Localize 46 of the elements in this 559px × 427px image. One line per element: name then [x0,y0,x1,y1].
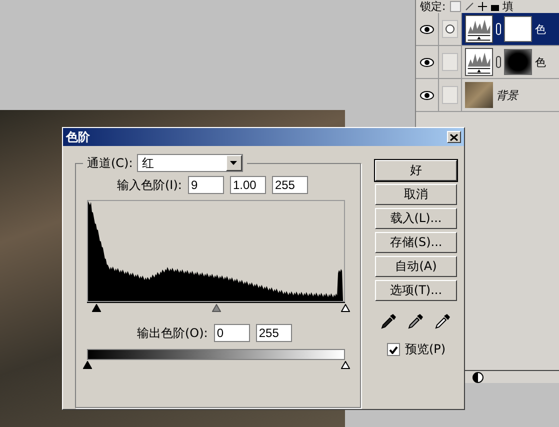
dialog-button[interactable]: 好 [375,160,457,181]
layer-name: 色 [535,22,546,36]
layer-row[interactable]: 色 [416,13,559,46]
dialog-button[interactable]: 载入(L)... [375,208,457,229]
slider-handle[interactable] [212,304,221,312]
layer-name: 色 [535,54,546,70]
preview-checkbox[interactable] [387,343,400,356]
input-levels-label: 输入色阶(I): [117,176,182,194]
dialog-button[interactable]: 存储(S)... [375,232,457,253]
input-level-field[interactable]: 9 [188,176,224,194]
output-level-field[interactable]: 255 [256,324,292,342]
preview-label: 预览(P) [405,341,446,358]
output-level-field[interactable]: 0 [214,324,250,342]
dialog-button[interactable]: 取消 [375,184,457,205]
fill-label: 填 [502,0,514,14]
photo-placeholder [465,82,493,108]
eye-icon[interactable] [420,24,434,34]
close-button[interactable] [447,131,461,143]
slider-handle[interactable] [341,361,350,369]
levels-thumbnail-icon [465,48,493,76]
levels-thumbnail-icon [465,15,493,43]
adjustment-layer-icon[interactable] [472,372,484,382]
dropdown-arrow-icon [230,161,238,165]
input-level-field[interactable]: 1.00 [230,176,266,194]
dialog-button[interactable]: 选项(T)... [375,280,457,301]
channel-label: 通道(C): [87,154,133,172]
slider-handle[interactable] [92,304,102,312]
layer-row[interactable]: 色 [416,46,559,79]
slider-handle[interactable] [83,361,92,369]
slider-handle[interactable] [341,304,350,312]
input-level-field[interactable]: 255 [272,176,308,194]
layer-name: 背景 [496,88,518,102]
chain-link-icon [496,56,501,68]
move-icon[interactable] [478,2,487,11]
channel-dropdown[interactable]: 红 [136,154,243,172]
eye-icon[interactable] [420,90,434,100]
dialog-button[interactable]: 自动(A) [375,256,457,277]
eye-icon[interactable] [420,58,434,66]
layer-row[interactable]: 背景 [416,79,559,112]
chain-link-icon [496,23,501,35]
lock-label: 锁定: [420,0,446,14]
eyedropper-icon[interactable] [408,313,424,329]
output-levels-label: 输出色阶(O): [137,324,208,342]
dialog-title: 色阶 [66,128,90,146]
eyedropper-icon[interactable] [435,313,451,329]
eyedropper-icon[interactable] [381,313,397,329]
